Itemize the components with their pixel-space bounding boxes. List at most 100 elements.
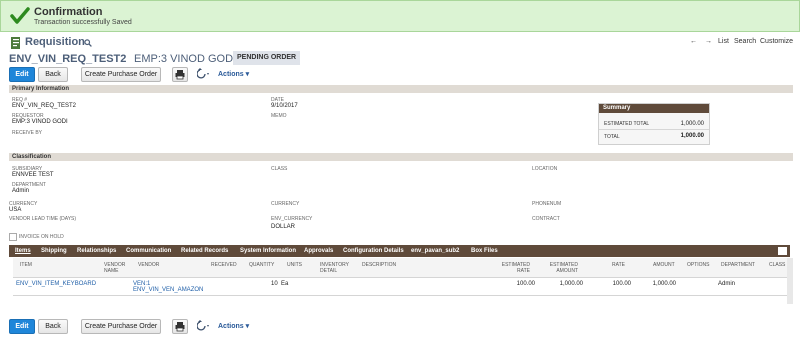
- requisition-icon: [11, 37, 20, 49]
- edit-button-bottom[interactable]: Edit: [9, 319, 35, 334]
- requestor-value: EMP:3 VINOD GODI: [12, 119, 68, 125]
- total-label: TOTAL: [604, 134, 620, 140]
- print-button[interactable]: [172, 67, 188, 82]
- invoice-on-hold-checkbox[interactable]: [9, 233, 17, 241]
- workflow-icon[interactable]: [197, 320, 211, 331]
- search-link[interactable]: Search: [734, 38, 756, 45]
- search-icon[interactable]: [84, 39, 92, 47]
- invoice-on-hold-label: INVOICE ON HOLD: [19, 234, 64, 240]
- summary-title: Summary: [599, 104, 709, 113]
- actions-menu-bottom[interactable]: Actions ▾: [218, 322, 249, 330]
- row-estimated-amount: 1,000.00: [559, 281, 583, 287]
- currency-value: USA: [9, 207, 22, 213]
- col-est-rate-line2: RATE: [517, 268, 530, 274]
- back-button-bottom[interactable]: Back: [38, 319, 68, 334]
- tab-items[interactable]: Items: [15, 245, 31, 257]
- table-scrollbar[interactable]: [787, 258, 793, 304]
- edit-button[interactable]: Edit: [9, 67, 35, 82]
- col-department: DEPARTMENT: [721, 262, 755, 268]
- row-item-link[interactable]: ENV_VIN_ITEM_KEYBOARD: [16, 281, 96, 287]
- tab-menu-icon[interactable]: [778, 247, 787, 255]
- tab-env-pavan-sub2[interactable]: env_pavan_sub2: [411, 245, 459, 257]
- col-received: RECEIVED: [211, 262, 237, 268]
- tab-system-information[interactable]: System Information: [240, 245, 296, 257]
- col-vendor: VENDOR: [138, 262, 160, 268]
- vendor-lead-time-label: VENDOR LEAD TIME (DAYS): [9, 216, 77, 222]
- tab-configuration-details[interactable]: Configuration Details: [343, 245, 404, 257]
- tab-box-files[interactable]: Box Files: [471, 245, 498, 257]
- location-label: LOCATION: [532, 166, 558, 172]
- currency2-label: CURRENCY: [271, 201, 300, 207]
- create-purchase-order-button-bottom[interactable]: Create Purchase Order: [81, 319, 161, 334]
- phonenum-label: PHONENUM: [532, 201, 562, 207]
- estimated-total-label: ESTIMATED TOTAL: [604, 121, 650, 127]
- contract-label: CONTRACT: [532, 216, 560, 222]
- row-department: Admin: [718, 281, 736, 287]
- summary-estimated-total-row: ESTIMATED TOTAL 1,000.00: [599, 117, 709, 130]
- next-record-arrow[interactable]: →: [705, 38, 712, 45]
- subsidiary-value: ENNVEE TEST: [12, 172, 54, 178]
- col-quantity: QUANTITY: [249, 262, 275, 268]
- actions-menu[interactable]: Actions ▾: [218, 70, 249, 78]
- tab-approvals[interactable]: Approvals: [304, 245, 333, 257]
- tab-related-records[interactable]: Related Records: [181, 245, 228, 257]
- col-vendor-name: VENDOR NAME: [104, 262, 125, 274]
- tab-communication[interactable]: Communication: [126, 245, 171, 257]
- estimated-total-value: 1,000.00: [680, 121, 704, 127]
- workflow-icon[interactable]: [197, 68, 211, 79]
- col-inventory-detail: INVENTORY DETAIL: [320, 262, 349, 274]
- memo-label: MEMO: [271, 113, 287, 119]
- print-button-bottom[interactable]: [172, 319, 188, 334]
- col-amount: AMOUNT: [653, 262, 675, 268]
- row-rate: 100.00: [612, 281, 631, 287]
- row-vendor-name: ENV_VIN_VEN_AMAZON: [133, 287, 204, 293]
- chevron-down-icon: ▾: [245, 323, 250, 330]
- confirmation-banner: Confirmation Transaction successfully Sa…: [0, 0, 800, 32]
- row-units: Ea: [281, 281, 289, 287]
- customize-link[interactable]: Customize: [760, 38, 793, 45]
- tab-shipping[interactable]: Shipping: [41, 245, 67, 257]
- col-rate: RATE: [612, 262, 625, 268]
- department-value: Admin: [12, 188, 30, 194]
- confirmation-message: Transaction successfully Saved: [34, 19, 132, 26]
- record-name: ENV_VIN_REQ_TEST2: [9, 53, 127, 65]
- checkmark-icon: [10, 7, 30, 24]
- printer-icon: [175, 70, 185, 80]
- col-estimated-rate: ESTIMATED RATE: [500, 262, 530, 274]
- col-vendor-name-line2: NAME: [104, 268, 119, 274]
- create-purchase-order-button[interactable]: Create Purchase Order: [81, 67, 161, 82]
- col-est-amount-line2: AMOUNT: [556, 268, 578, 274]
- req-number-value: ENV_VIN_REQ_TEST2: [12, 103, 77, 109]
- env-currency-value: DOLLAR: [271, 224, 296, 230]
- printer-icon: [175, 322, 185, 332]
- chevron-down-icon: ▾: [245, 71, 250, 78]
- col-options: OPTIONS: [687, 262, 710, 268]
- row-quantity: 10: [271, 281, 278, 287]
- page-title: Requisition: [25, 36, 85, 48]
- table-divider: [13, 295, 787, 296]
- row-estimated-rate: 100.00: [516, 281, 535, 287]
- date-value: 9/10/2017: [271, 103, 298, 109]
- row-vendor-link[interactable]: VEN:1 ENV_VIN_VEN_AMAZON: [133, 281, 203, 293]
- row-amount: 1,000.00: [652, 281, 676, 287]
- status-badge: PENDING ORDER: [233, 51, 301, 65]
- col-item: ITEM: [20, 262, 32, 268]
- col-class: CLASS: [769, 262, 786, 268]
- subtabs-bar: Items Shipping Relationships Communicati…: [9, 245, 790, 257]
- back-button[interactable]: Back: [38, 67, 68, 82]
- actions-label: Actions: [218, 71, 244, 78]
- tab-relationships[interactable]: Relationships: [77, 245, 116, 257]
- record-employee: EMP:3 VINOD GODI: [134, 53, 237, 65]
- summary-box: Summary ESTIMATED TOTAL 1,000.00 TOTAL 1…: [598, 103, 710, 145]
- env-currency-label: ENV_CURRENCY: [271, 216, 313, 222]
- classification-header: Classification: [9, 153, 793, 161]
- primary-information-header: Primary Information: [9, 85, 793, 93]
- confirmation-title: Confirmation: [34, 6, 103, 18]
- list-link[interactable]: List: [718, 38, 729, 45]
- col-estimated-amount: ESTIMATED AMOUNT: [548, 262, 578, 274]
- col-units: UNITS: [287, 262, 302, 268]
- class-label: CLASS: [271, 166, 288, 172]
- actions-label: Actions: [218, 323, 244, 330]
- previous-record-arrow[interactable]: ←: [690, 38, 697, 45]
- col-description: DESCRIPTION: [362, 262, 397, 268]
